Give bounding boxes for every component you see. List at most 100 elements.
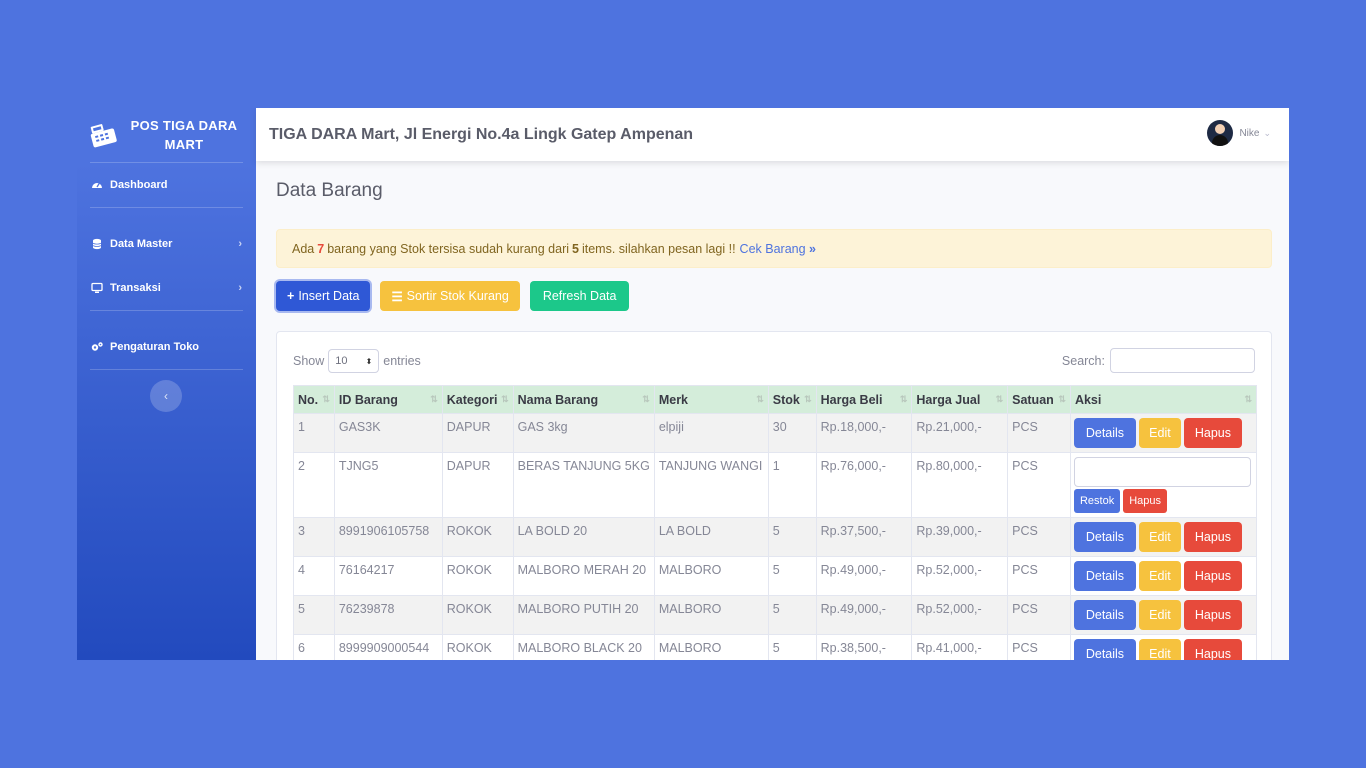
- cek-barang-link[interactable]: Cek Barang »: [740, 242, 816, 256]
- table-cell: 8991906105758: [333, 517, 443, 557]
- table-cell: MALBORO MERAH 20: [512, 556, 655, 596]
- column-header[interactable]: Kategori ⇅: [441, 385, 514, 414]
- table-cell: Rp.80,000,-: [911, 452, 1009, 518]
- table-cell: Rp.49,000,-: [815, 556, 913, 596]
- sort-low-stock-label: Sortir Stok Kurang: [406, 289, 509, 303]
- edit-button[interactable]: Edit: [1138, 418, 1181, 448]
- actions-cell: Details Edit Hapus: [1069, 634, 1258, 660]
- delete-button[interactable]: Hapus: [1183, 561, 1242, 591]
- sort-icon: ⇅: [995, 394, 1004, 404]
- table-cell: 4: [293, 556, 335, 596]
- delete-button[interactable]: Hapus: [1183, 600, 1242, 630]
- delete-button[interactable]: Hapus: [1183, 522, 1242, 552]
- column-header[interactable]: Nama Barang ⇅: [512, 385, 655, 414]
- sort-icon: ⇅: [756, 394, 764, 404]
- chevron-down-icon: ⌄: [1263, 127, 1271, 138]
- column-header[interactable]: Satuan ⇅: [1007, 385, 1071, 414]
- column-header[interactable]: Aksi ⇅: [1069, 385, 1258, 414]
- search-label: Search:: [1061, 353, 1105, 368]
- sidebar-item-label: Transaksi: [110, 282, 161, 294]
- restock-button[interactable]: Restok: [1073, 489, 1121, 513]
- desktop-icon: [90, 281, 104, 295]
- table-cell: Rp.41,000,-: [911, 634, 1009, 660]
- actions-cell: Details Edit Hapus: [1069, 556, 1258, 596]
- avatar: [1207, 120, 1234, 146]
- details-button[interactable]: Details: [1073, 418, 1136, 448]
- edit-button[interactable]: Edit: [1138, 639, 1181, 660]
- column-header[interactable]: ID Barang ⇅: [333, 385, 443, 414]
- show-label: Show: [293, 354, 325, 368]
- sidebar-item-data-master[interactable]: Data Master ›: [77, 222, 256, 266]
- table-cell: PCS: [1007, 595, 1071, 635]
- table-cell: Rp.76,000,-: [815, 452, 913, 518]
- sidebar-item-transaksi[interactable]: Transaksi ›: [77, 266, 256, 310]
- sidebar-item-label: Dashboard: [110, 179, 168, 191]
- sidebar-item-dashboard[interactable]: Dashboard: [77, 163, 256, 207]
- sort-icon: ⇅: [430, 394, 438, 404]
- page-title: Data Barang: [276, 180, 383, 201]
- table-header-row: No. ⇅ ID Barang ⇅ Kategori ⇅ Nama Barang ⇅ Merk ⇅…: [293, 385, 1258, 414]
- search-input[interactable]: [1110, 348, 1255, 373]
- chevron-right-icon: ›: [238, 238, 242, 250]
- column-header-label: No.: [298, 392, 319, 407]
- entries-select[interactable]: 10 ⬍: [328, 349, 380, 373]
- brand-name: POS TIGA DARA MART: [130, 118, 238, 152]
- content-area: TIGA DARA Mart, Jl Energi No.4a Lingk Ga…: [256, 108, 1289, 660]
- sidebar-toggle-button[interactable]: ‹: [150, 380, 182, 412]
- details-button[interactable]: Details: [1073, 600, 1136, 630]
- table-cell: 30: [767, 413, 817, 453]
- table-cell: MALBORO: [653, 556, 769, 596]
- sidebar-item-pengaturan-toko[interactable]: Pengaturan Toko: [77, 325, 256, 369]
- table-cell: 3: [293, 517, 335, 557]
- sort-icon: ⇅: [1244, 394, 1252, 404]
- column-header-label: Stok: [772, 392, 800, 407]
- restock-actions: Restok Hapus: [1073, 488, 1253, 513]
- column-header[interactable]: Harga Jual ⇅: [911, 385, 1009, 414]
- table-cell: Rp.18,000,-: [815, 413, 913, 453]
- sort-low-stock-button[interactable]: ☰ Sortir Stok Kurang: [380, 281, 520, 311]
- gears-icon: [90, 340, 104, 354]
- table-row: 2 TJNG5 DAPUR BERAS TANJUNG 5KG TANJUNG WANG…: [293, 452, 1258, 518]
- table-cell: PCS: [1007, 634, 1071, 660]
- table-cell: LA BOLD 20: [512, 517, 655, 557]
- table-cell: Rp.52,000,-: [911, 595, 1009, 635]
- edit-button[interactable]: Edit: [1138, 561, 1181, 591]
- double-chevron-right-icon: »: [809, 241, 816, 256]
- table-cell: DAPUR: [441, 452, 514, 518]
- column-header[interactable]: Harga Beli ⇅: [815, 385, 913, 414]
- insert-data-button[interactable]: + Insert Data: [276, 281, 371, 311]
- column-header-label: Harga Beli: [820, 392, 883, 407]
- column-header[interactable]: No. ⇅: [293, 385, 335, 414]
- delete-button[interactable]: Hapus: [1183, 418, 1242, 448]
- details-button[interactable]: Details: [1073, 561, 1136, 591]
- edit-button[interactable]: Edit: [1138, 600, 1181, 630]
- table-row: 4 76164217 ROKOK MALBORO MERAH 20 MALBORO 5 Rp…: [293, 556, 1258, 596]
- insert-data-label: Insert Data: [298, 289, 360, 303]
- table-cell: Rp.21,000,-: [911, 413, 1009, 453]
- app-window: POS TIGA DARA MART Dashboard Data Master…: [77, 108, 1289, 660]
- table-cell: 8999909000544: [333, 634, 443, 660]
- table-cell: elpiji: [653, 413, 769, 453]
- column-header-label: Merk: [658, 392, 689, 407]
- table-cell: MALBORO BLACK 20: [512, 634, 655, 660]
- column-header-label: Satuan: [1012, 392, 1054, 407]
- sidebar-brand[interactable]: POS TIGA DARA MART: [77, 108, 256, 162]
- edit-button[interactable]: Edit: [1138, 522, 1181, 552]
- column-header[interactable]: Merk ⇅: [653, 385, 769, 414]
- refresh-data-button[interactable]: Refresh Data: [529, 281, 630, 311]
- user-menu[interactable]: Nike ⌄: [1207, 120, 1271, 146]
- action-buttons: + Insert Data ☰ Sortir Stok Kurang Refresh…: [276, 281, 639, 311]
- low-stock-alert: Ada 7 barang yang Stok tersisa sudah kur…: [276, 229, 1272, 268]
- restock-quantity-input[interactable]: [1073, 457, 1251, 487]
- delete-button[interactable]: Hapus: [1123, 489, 1167, 513]
- details-button[interactable]: Details: [1073, 522, 1136, 552]
- table-cell: PCS: [1007, 556, 1071, 596]
- details-button[interactable]: Details: [1073, 639, 1136, 660]
- alert-prefix: Ada: [292, 241, 315, 256]
- table-cell: Rp.39,000,-: [911, 517, 1009, 557]
- refresh-data-label: Refresh Data: [542, 289, 617, 303]
- sidebar: POS TIGA DARA MART Dashboard Data Master…: [77, 108, 256, 660]
- column-header[interactable]: Stok ⇅: [767, 385, 817, 414]
- table-cell: MALBORO: [653, 634, 769, 660]
- delete-button[interactable]: Hapus: [1183, 639, 1242, 660]
